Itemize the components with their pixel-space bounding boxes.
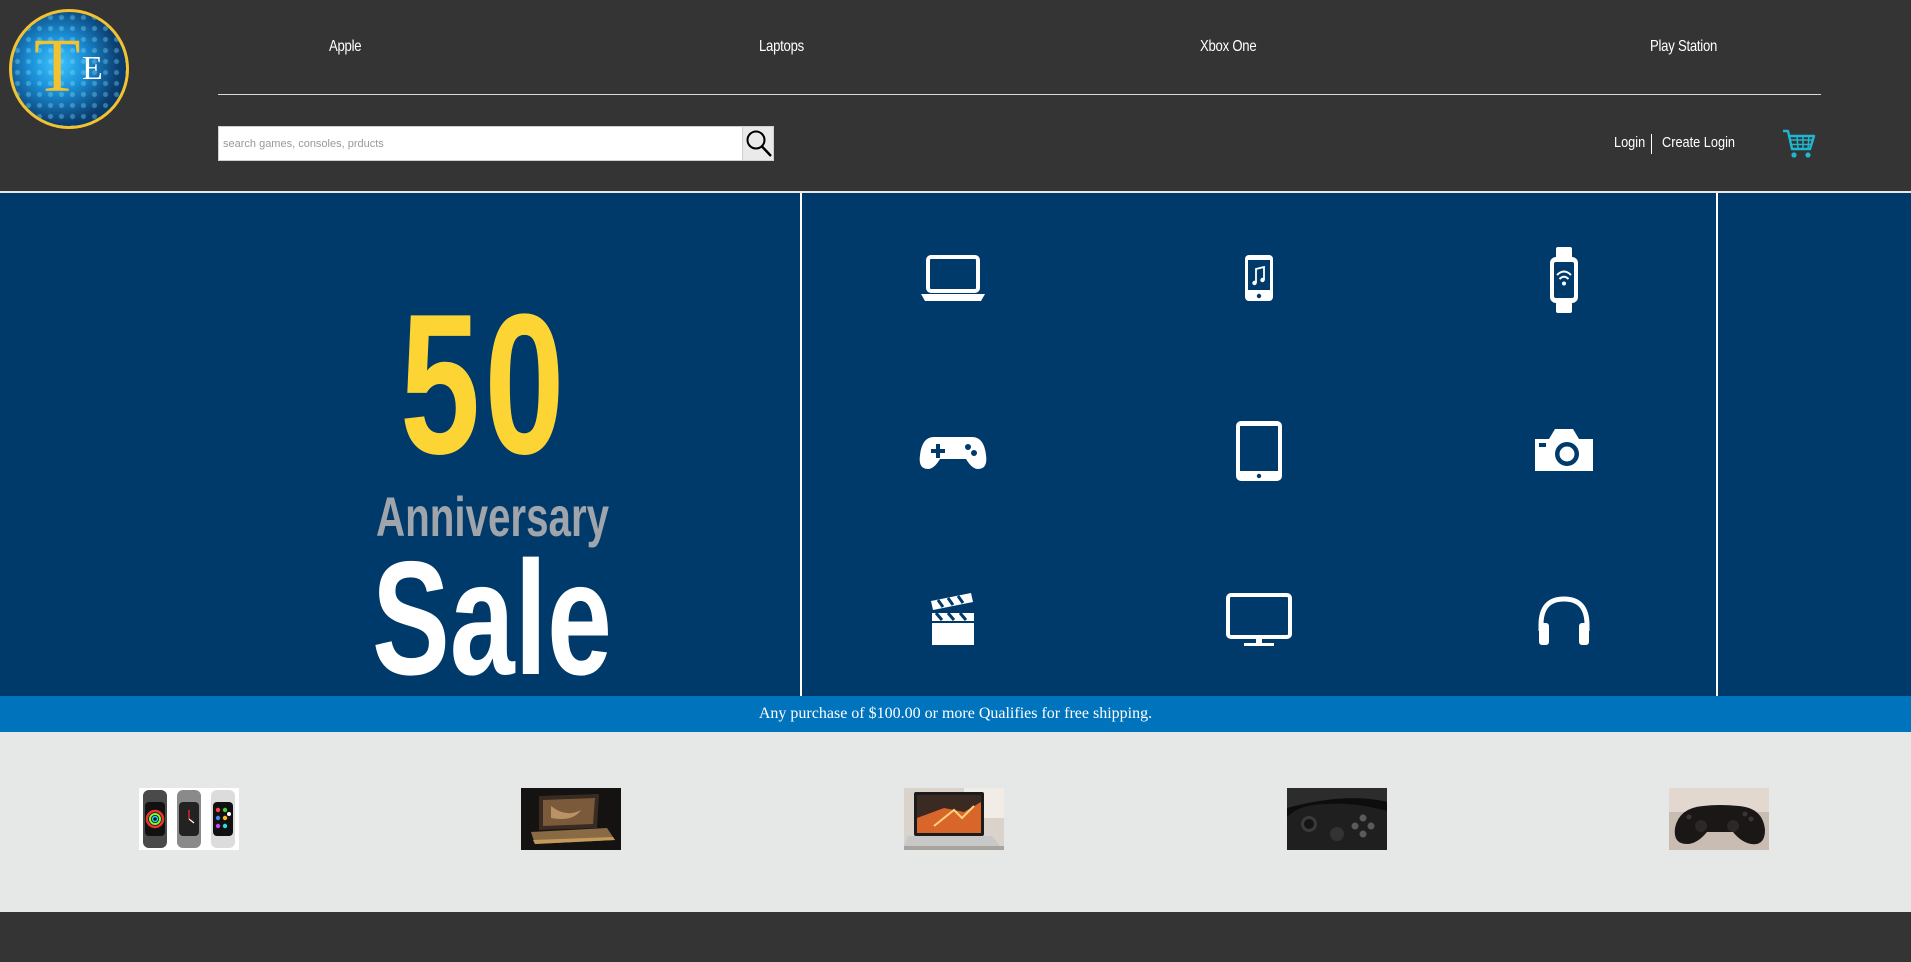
hero-banner: 50 Anniversary Sale (0, 191, 1911, 700)
search-button[interactable] (742, 127, 773, 160)
smartwatch-icon (1550, 247, 1578, 313)
monitor-icon (1226, 593, 1292, 646)
brand-logo[interactable]: T E (9, 9, 129, 129)
playstation-controller-image (1669, 788, 1769, 850)
xbox-controller-image (1287, 788, 1387, 850)
footer-strip (0, 912, 1911, 962)
cart-icon (1783, 129, 1816, 158)
camera-icon (1535, 429, 1593, 471)
logo-letter-t: T (34, 24, 81, 108)
product-thumb-gold-laptop[interactable] (521, 788, 621, 850)
search-icon (746, 130, 772, 157)
gamepad-icon (919, 437, 987, 469)
category-cameras[interactable] (1529, 415, 1599, 485)
search-bar (218, 126, 774, 161)
category-audio[interactable] (1529, 585, 1599, 655)
nav-item-apple[interactable]: Apple (329, 38, 362, 56)
category-games[interactable] (918, 415, 988, 485)
laptop-photo-image (521, 788, 621, 850)
laptop-icon (921, 255, 985, 301)
nav-item-play-station[interactable]: Play Station (1650, 38, 1717, 56)
hero-divider-right (1716, 193, 1718, 698)
category-movies[interactable] (918, 585, 988, 655)
apple-watch-image (139, 788, 239, 850)
category-smartwatches[interactable] (1529, 245, 1599, 315)
product-strip (0, 732, 1911, 912)
login-separator (1651, 134, 1652, 154)
cart-button[interactable] (1782, 128, 1816, 160)
headphones-icon (1538, 596, 1590, 645)
product-thumb-playstation-controller[interactable] (1669, 788, 1769, 850)
login-link[interactable]: Login (1614, 134, 1645, 151)
music-phone-icon (1245, 255, 1273, 301)
hero-divider-left (800, 193, 802, 698)
sale-number: 50 (400, 273, 569, 496)
product-thumb-xbox-controller[interactable] (1287, 788, 1387, 850)
search-input[interactable] (219, 127, 743, 160)
site-header: T E Apple Laptops Xbox One Play Station … (0, 0, 1911, 191)
product-thumb-apple-watches[interactable] (139, 788, 239, 850)
tablet-icon (1236, 421, 1282, 481)
macbook-photo-image (904, 788, 1004, 850)
sale-headline[interactable]: Sale (372, 538, 612, 700)
category-laptops[interactable] (918, 245, 988, 315)
nav-divider (218, 94, 1821, 95)
clapperboard-icon (931, 593, 974, 645)
create-login-link[interactable]: Create Login (1662, 134, 1735, 151)
nav-item-laptops[interactable]: Laptops (759, 38, 804, 56)
nav-item-xbox-one[interactable]: Xbox One (1200, 38, 1257, 56)
category-phones[interactable] (1224, 245, 1294, 315)
category-tvs[interactable] (1224, 585, 1294, 655)
category-tablets[interactable] (1224, 415, 1294, 485)
product-thumb-macbook[interactable] (904, 788, 1004, 850)
logo-letter-e: E (82, 50, 103, 87)
free-shipping-banner: Any purchase of $100.00 or more Qualifie… (0, 696, 1911, 732)
